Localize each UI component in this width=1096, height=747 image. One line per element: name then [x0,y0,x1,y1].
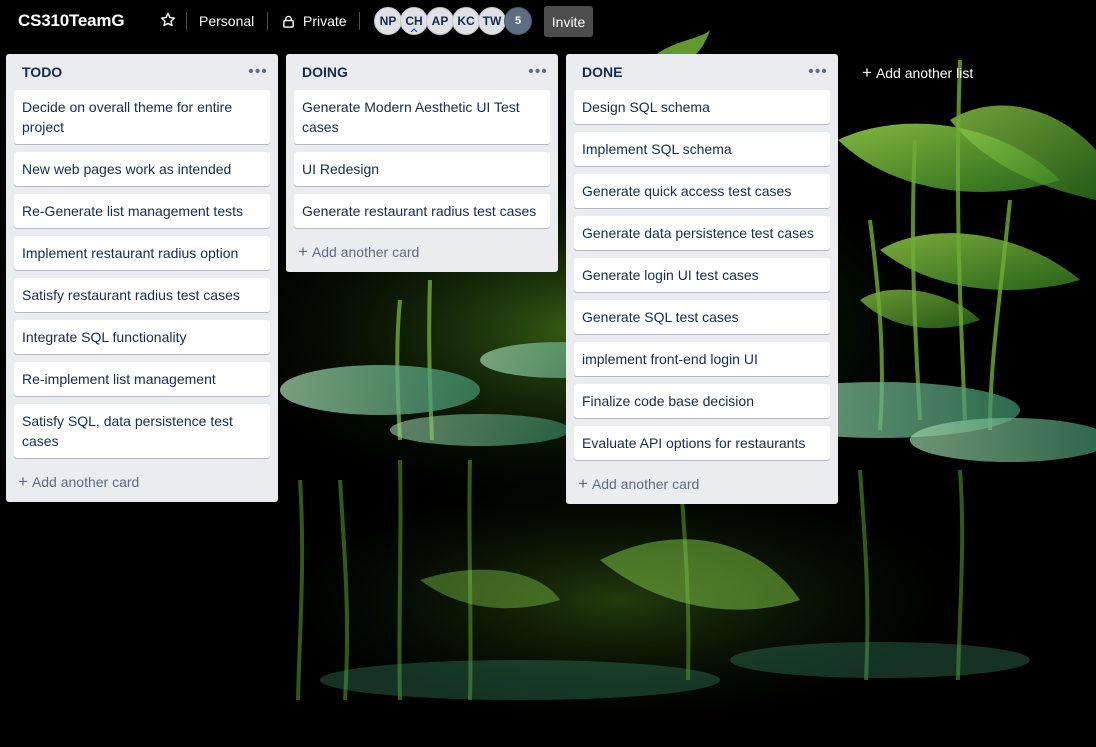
board-members: NP CH AP KC TW 5 [374,7,532,35]
list-header: DONE ••• [574,54,830,90]
card[interactable]: Generate restaurant radius test cases [294,194,550,228]
add-card-button[interactable]: + Add another card [294,236,550,268]
invite-button[interactable]: Invite [544,6,593,37]
list-header: TODO ••• [14,54,270,90]
card[interactable]: Finalize code base decision [574,384,830,418]
more-horizontal-icon[interactable]: ••• [528,64,548,80]
member-avatar[interactable]: NP [374,7,402,35]
add-list-label: Add another list [875,65,974,81]
board-title[interactable]: CS310TeamG [18,11,125,31]
privacy-button[interactable]: Private [282,13,347,29]
list-done: DONE ••• Design SQL schema Implement SQL… [566,54,838,504]
plus-icon: + [578,474,588,493]
card[interactable]: implement front-end login UI [574,342,830,376]
star-icon[interactable] [160,12,176,28]
plus-icon: + [862,63,872,82]
card[interactable]: Implement SQL schema [574,132,830,166]
card[interactable]: Generate quick access test cases [574,174,830,208]
card[interactable]: Re-Generate list management tests [14,194,270,228]
privacy-label: Private [303,13,347,29]
board-header: CS310TeamG Personal Private NP CH AP KC … [0,0,1096,42]
card[interactable]: Generate data persistence test cases [574,216,830,250]
card[interactable]: Design SQL schema [574,90,830,124]
card[interactable]: UI Redesign [294,152,550,186]
card[interactable]: Satisfy restaurant radius test cases [14,278,270,312]
card[interactable]: Generate Modern Aesthetic UI Test cases [294,90,550,144]
card[interactable]: Decide on overall theme for entire proje… [14,90,270,144]
list-title[interactable]: DONE [582,64,622,80]
member-avatar[interactable]: AP [426,7,454,35]
plus-icon: + [18,472,28,491]
list-todo: TODO ••• Decide on overall theme for ent… [6,54,278,502]
card[interactable]: New web pages work as intended [14,152,270,186]
member-avatar[interactable]: CH [400,7,428,35]
team-visibility-button[interactable]: Personal [199,13,254,29]
list-header: DOING ••• [294,54,550,90]
card[interactable]: Generate login UI test cases [574,258,830,292]
list-title[interactable]: TODO [22,64,62,80]
add-card-button[interactable]: + Add another card [574,468,830,500]
add-card-label: Add another card [31,474,140,490]
card[interactable]: Satisfy SQL, data persistence test cases [14,404,270,458]
more-horizontal-icon[interactable]: ••• [808,64,828,80]
member-avatar[interactable]: TW [478,7,506,35]
add-card-label: Add another card [591,476,700,492]
card[interactable]: Generate SQL test cases [574,300,830,334]
admin-chevron-icon [410,28,418,33]
header-divider [267,12,268,30]
plus-icon: + [298,242,308,261]
list-doing: DOING ••• Generate Modern Aesthetic UI T… [286,54,558,272]
card[interactable]: Evaluate API options for restaurants [574,426,830,460]
more-members-button[interactable]: 5 [504,7,532,35]
add-list-button[interactable]: + Add another list [862,63,974,82]
card[interactable]: Integrate SQL functionality [14,320,270,354]
list-title[interactable]: DOING [302,64,348,80]
add-card-button[interactable]: + Add another card [14,466,270,498]
header-divider [186,12,187,30]
card[interactable]: Re-implement list management [14,362,270,396]
add-card-label: Add another card [311,244,420,260]
lock-icon [283,15,294,28]
header-divider [359,12,360,30]
member-avatar[interactable]: KC [452,7,480,35]
more-horizontal-icon[interactable]: ••• [248,64,268,80]
card[interactable]: Implement restaurant radius option [14,236,270,270]
